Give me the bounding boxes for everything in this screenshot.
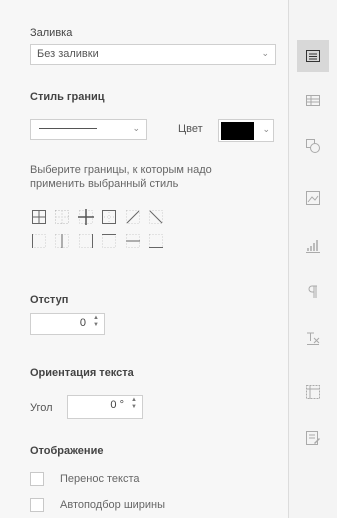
indent-value: 0 xyxy=(79,317,86,329)
fill-select-value: Без заливки xyxy=(37,48,99,60)
border-inner-cross-icon xyxy=(78,209,94,225)
fill-title: Заливка xyxy=(30,27,73,39)
chevron-down-icon: ⌄ xyxy=(261,48,269,58)
border-diagonal-down-icon xyxy=(149,210,163,224)
shape-settings-icon[interactable] xyxy=(305,138,321,154)
border-description-line-2: применить выбранный стиль xyxy=(30,178,179,190)
border-inner-button[interactable] xyxy=(53,208,71,226)
pivot-table-settings-icon[interactable] xyxy=(305,384,321,400)
border-diagonal-up-icon xyxy=(126,210,140,224)
border-top-icon xyxy=(102,234,116,248)
border-right-icon xyxy=(79,234,93,248)
border-outer-icon xyxy=(102,210,116,224)
border-top-button[interactable] xyxy=(100,232,118,250)
border-left-icon xyxy=(32,234,46,248)
border-inner-horizontal-icon xyxy=(126,234,140,248)
border-all-icon xyxy=(32,210,46,224)
border-description-line-1: Выберите границы, к которым надо xyxy=(30,164,212,176)
color-swatch xyxy=(221,122,254,140)
spinner-arrows-icon[interactable]: ▲ ▼ xyxy=(93,315,99,329)
chart-settings-icon[interactable] xyxy=(305,238,321,254)
border-bottom-button[interactable] xyxy=(147,232,165,250)
right-sidebar xyxy=(289,0,337,518)
border-inner-vertical-icon xyxy=(55,234,69,248)
border-inner-cross-button[interactable] xyxy=(77,208,95,226)
image-settings-icon[interactable] xyxy=(305,190,321,206)
border-bottom-icon xyxy=(149,234,163,248)
orientation-title: Ориентация текста xyxy=(30,367,134,379)
angle-spinner[interactable]: 0 ° ▲ ▼ xyxy=(67,395,143,419)
spinner-arrows-icon[interactable]: ▲ ▼ xyxy=(131,397,137,411)
border-line-style-select[interactable]: ⌄ xyxy=(30,119,147,140)
fill-select[interactable]: Без заливки ⌄ xyxy=(30,44,276,65)
text-art-settings-icon[interactable] xyxy=(305,330,321,346)
chevron-down-icon: ⌄ xyxy=(132,123,140,133)
cell-settings-panel: Заливка Без заливки ⌄ Стиль границ ⌄ Цве… xyxy=(0,0,289,518)
border-style-title: Стиль границ xyxy=(30,91,105,103)
border-inner-horizontal-button[interactable] xyxy=(124,232,142,250)
border-color-picker[interactable]: ⌄ xyxy=(218,119,274,142)
indent-spinner[interactable]: 0 ▲ ▼ xyxy=(30,313,105,335)
autofit-checkbox[interactable] xyxy=(30,498,44,512)
angle-value: 0 ° xyxy=(110,399,124,411)
line-sample xyxy=(39,128,97,129)
indent-title: Отступ xyxy=(30,294,69,306)
border-inner-icon xyxy=(55,210,69,224)
border-right-button[interactable] xyxy=(77,232,95,250)
border-diagonal-up-button[interactable] xyxy=(124,208,142,226)
display-title: Отображение xyxy=(30,445,104,457)
signature-settings-icon[interactable] xyxy=(305,430,321,446)
border-left-button[interactable] xyxy=(30,232,48,250)
border-diagonal-down-button[interactable] xyxy=(147,208,165,226)
border-inner-vertical-button[interactable] xyxy=(53,232,71,250)
paragraph-settings-icon[interactable] xyxy=(305,284,321,300)
chevron-down-icon: ⌄ xyxy=(262,124,270,134)
wrap-text-label: Перенос текста xyxy=(60,473,140,485)
angle-label: Угол xyxy=(30,402,53,414)
border-color-label: Цвет xyxy=(178,123,203,135)
border-all-button[interactable] xyxy=(30,208,48,226)
cell-settings-icon[interactable] xyxy=(305,48,321,64)
autofit-label: Автоподбор ширины xyxy=(60,499,166,511)
table-settings-icon[interactable] xyxy=(305,92,321,108)
border-outer-button[interactable] xyxy=(100,208,118,226)
wrap-text-checkbox[interactable] xyxy=(30,472,44,486)
